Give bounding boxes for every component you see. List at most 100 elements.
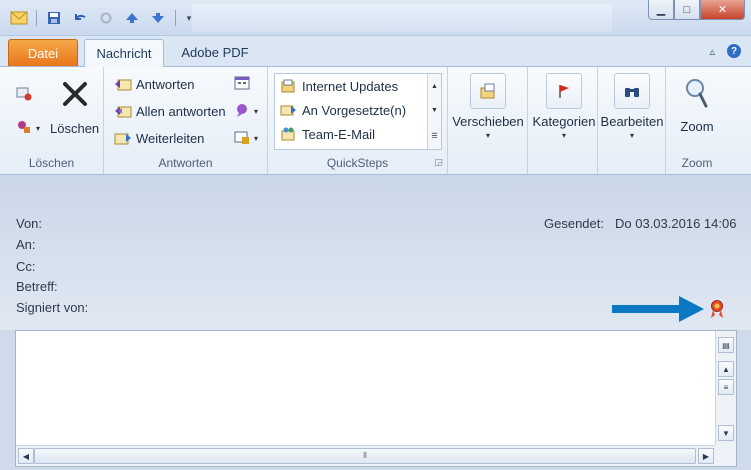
tab-adobe-pdf[interactable]: Adobe PDF [175,39,255,66]
internet-updates-icon [280,78,296,94]
scroll-up-button[interactable]: ▲ [718,361,734,377]
tab-datei[interactable]: Datei [8,39,78,66]
ignore-button[interactable] [16,85,32,101]
categorize-button[interactable]: Kategorien ▾ [530,73,598,140]
more-responses-button[interactable]: ▾ [234,129,258,145]
to-label: An: [16,237,36,252]
group-label-zoom: Zoom [681,156,713,170]
meeting-icon [234,75,250,91]
sent-value: Do 03.03.2016 14:06 [615,216,737,231]
categorize-label: Kategorien [532,114,596,129]
reply-all-icon [114,103,132,119]
reply-all-button[interactable]: Allen antworten [114,103,226,119]
meeting-button[interactable] [234,75,250,91]
edit-label: Bearbeiten [600,114,664,129]
ribbon: ▾ Löschen Löschen Antworten Allen antwor… [0,66,751,175]
zoom-button[interactable]: Zoom [670,75,724,134]
quickstep-item[interactable]: Internet Updates [275,74,441,98]
vertical-scrollbar[interactable]: ▤ ▲ ≡ ▼ [715,331,736,445]
scrollbar-corner [715,445,736,466]
scroll-down-icon[interactable]: ▼ [431,107,438,114]
quicksteps-gallery: Internet Updates An Vorgesetzte(n) Team-… [274,73,442,150]
scroll-up-icon[interactable]: ▲ [431,83,438,90]
group-verschieben: Verschieben ▾ [448,67,528,174]
reply-all-label: Allen antworten [136,103,226,119]
cc-label: Cc: [16,259,36,274]
magnifier-icon [684,75,710,111]
quickstep-item[interactable]: An Vorgesetzte(n) [275,98,441,122]
signed-by-label: Signiert von: [16,300,89,315]
tab-nachricht[interactable]: Nachricht [84,39,164,67]
quickstep-label: Team-E-Mail [302,126,375,142]
forward-label: Weiterleiten [136,130,205,146]
scroll-down-button[interactable]: ▼ [718,425,734,441]
sent-label: Gesendet: [544,216,604,231]
im-reply-icon [234,102,250,118]
minimize-button[interactable]: ▁ [648,0,674,20]
horizontal-scrollbar[interactable]: ◀ ⦀ ▶ [16,445,716,466]
group-bearbeiten: Bearbeiten ▾ [598,67,666,174]
signature-certificate-icon[interactable] [708,299,726,322]
expand-gallery-icon[interactable]: ☰ [431,132,437,140]
window-controls: ▁ □ ✕ [648,0,745,20]
quickstep-label: Internet Updates [302,78,399,94]
im-reply-button[interactable]: ▾ [234,102,258,118]
help-icon[interactable]: ? [727,44,741,58]
save-icon[interactable] [43,9,65,27]
reply-label: Antworten [136,76,195,92]
flag-icon [546,73,582,109]
group-quicksteps: Internet Updates An Vorgesetzte(n) Team-… [268,67,448,174]
move-button[interactable]: Verschieben ▾ [452,73,524,140]
close-window-button[interactable]: ✕ [700,0,745,20]
quickstep-item[interactable]: Team-E-Mail [275,122,441,146]
group-loeschen: ▾ Löschen Löschen [0,67,104,174]
undo-icon[interactable] [69,9,91,27]
more-responses-dropdown-icon: ▾ [254,133,259,143]
ignore-icon [16,85,32,101]
delete-x-icon [60,77,90,111]
next-item-icon[interactable] [147,9,169,27]
previous-item-icon[interactable] [121,9,143,27]
title-bar: ▾ ▁ □ ✕ [0,0,751,36]
toolbar-separator [36,10,37,26]
message-body[interactable]: ▤ ▲ ≡ ▼ ◀ ⦀ ▶ [15,330,737,467]
im-dropdown-icon: ▾ [254,106,259,116]
subject-label: Betreff: [16,279,58,294]
forward-to-manager-icon [280,102,296,118]
dialog-launcher-icon[interactable]: ◲ [434,157,443,168]
scroll-thumb[interactable]: ≡ [718,379,734,395]
move-icon [470,73,506,109]
blue-arrow-icon [612,296,704,322]
edit-button[interactable]: Bearbeiten ▾ [599,73,665,140]
group-kategorien: Kategorien ▾ [528,67,598,174]
horizontal-scroll-thumb[interactable]: ⦀ [34,448,696,464]
redo-icon[interactable] [95,9,117,27]
forward-button[interactable]: Weiterleiten [114,130,204,146]
outlook-mail-icon[interactable] [8,9,30,27]
from-label: Von: [16,216,43,231]
group-antworten: Antworten Allen antworten Weiterleiten ▾ [104,67,268,174]
delete-label: Löschen [50,121,100,136]
categorize-dropdown-icon: ▾ [561,131,566,140]
delete-button[interactable]: Löschen [50,77,99,136]
view-ruler-icon[interactable]: ▤ [718,337,734,353]
more-responses-icon [234,129,250,145]
collapse-ribbon-icon[interactable]: ▵ [709,45,715,58]
reply-button[interactable]: Antworten [114,76,195,92]
cleanup-button[interactable]: ▾ [16,119,40,135]
move-dropdown-icon: ▾ [485,131,490,140]
group-zoom: Zoom Zoom [666,67,728,174]
scroll-right-button[interactable]: ▶ [698,448,714,464]
maximize-button[interactable]: □ [674,0,700,20]
quick-access-toolbar: ▾ [8,9,196,27]
cleanup-dropdown-icon: ▾ [36,123,41,133]
toolbar-separator [175,10,176,26]
binoculars-icon [614,73,650,109]
group-label-loeschen: Löschen [28,156,75,170]
group-label-antworten: Antworten [158,156,213,170]
ribbon-tab-row: Datei Nachricht Adobe PDF ▵ ? [0,36,751,67]
group-label-quicksteps: QuickSteps [326,156,389,170]
quicksteps-scrollbar[interactable]: ▲ ▼ ☰ [427,74,441,149]
scroll-left-button[interactable]: ◀ [18,448,34,464]
cleanup-icon [16,119,32,135]
